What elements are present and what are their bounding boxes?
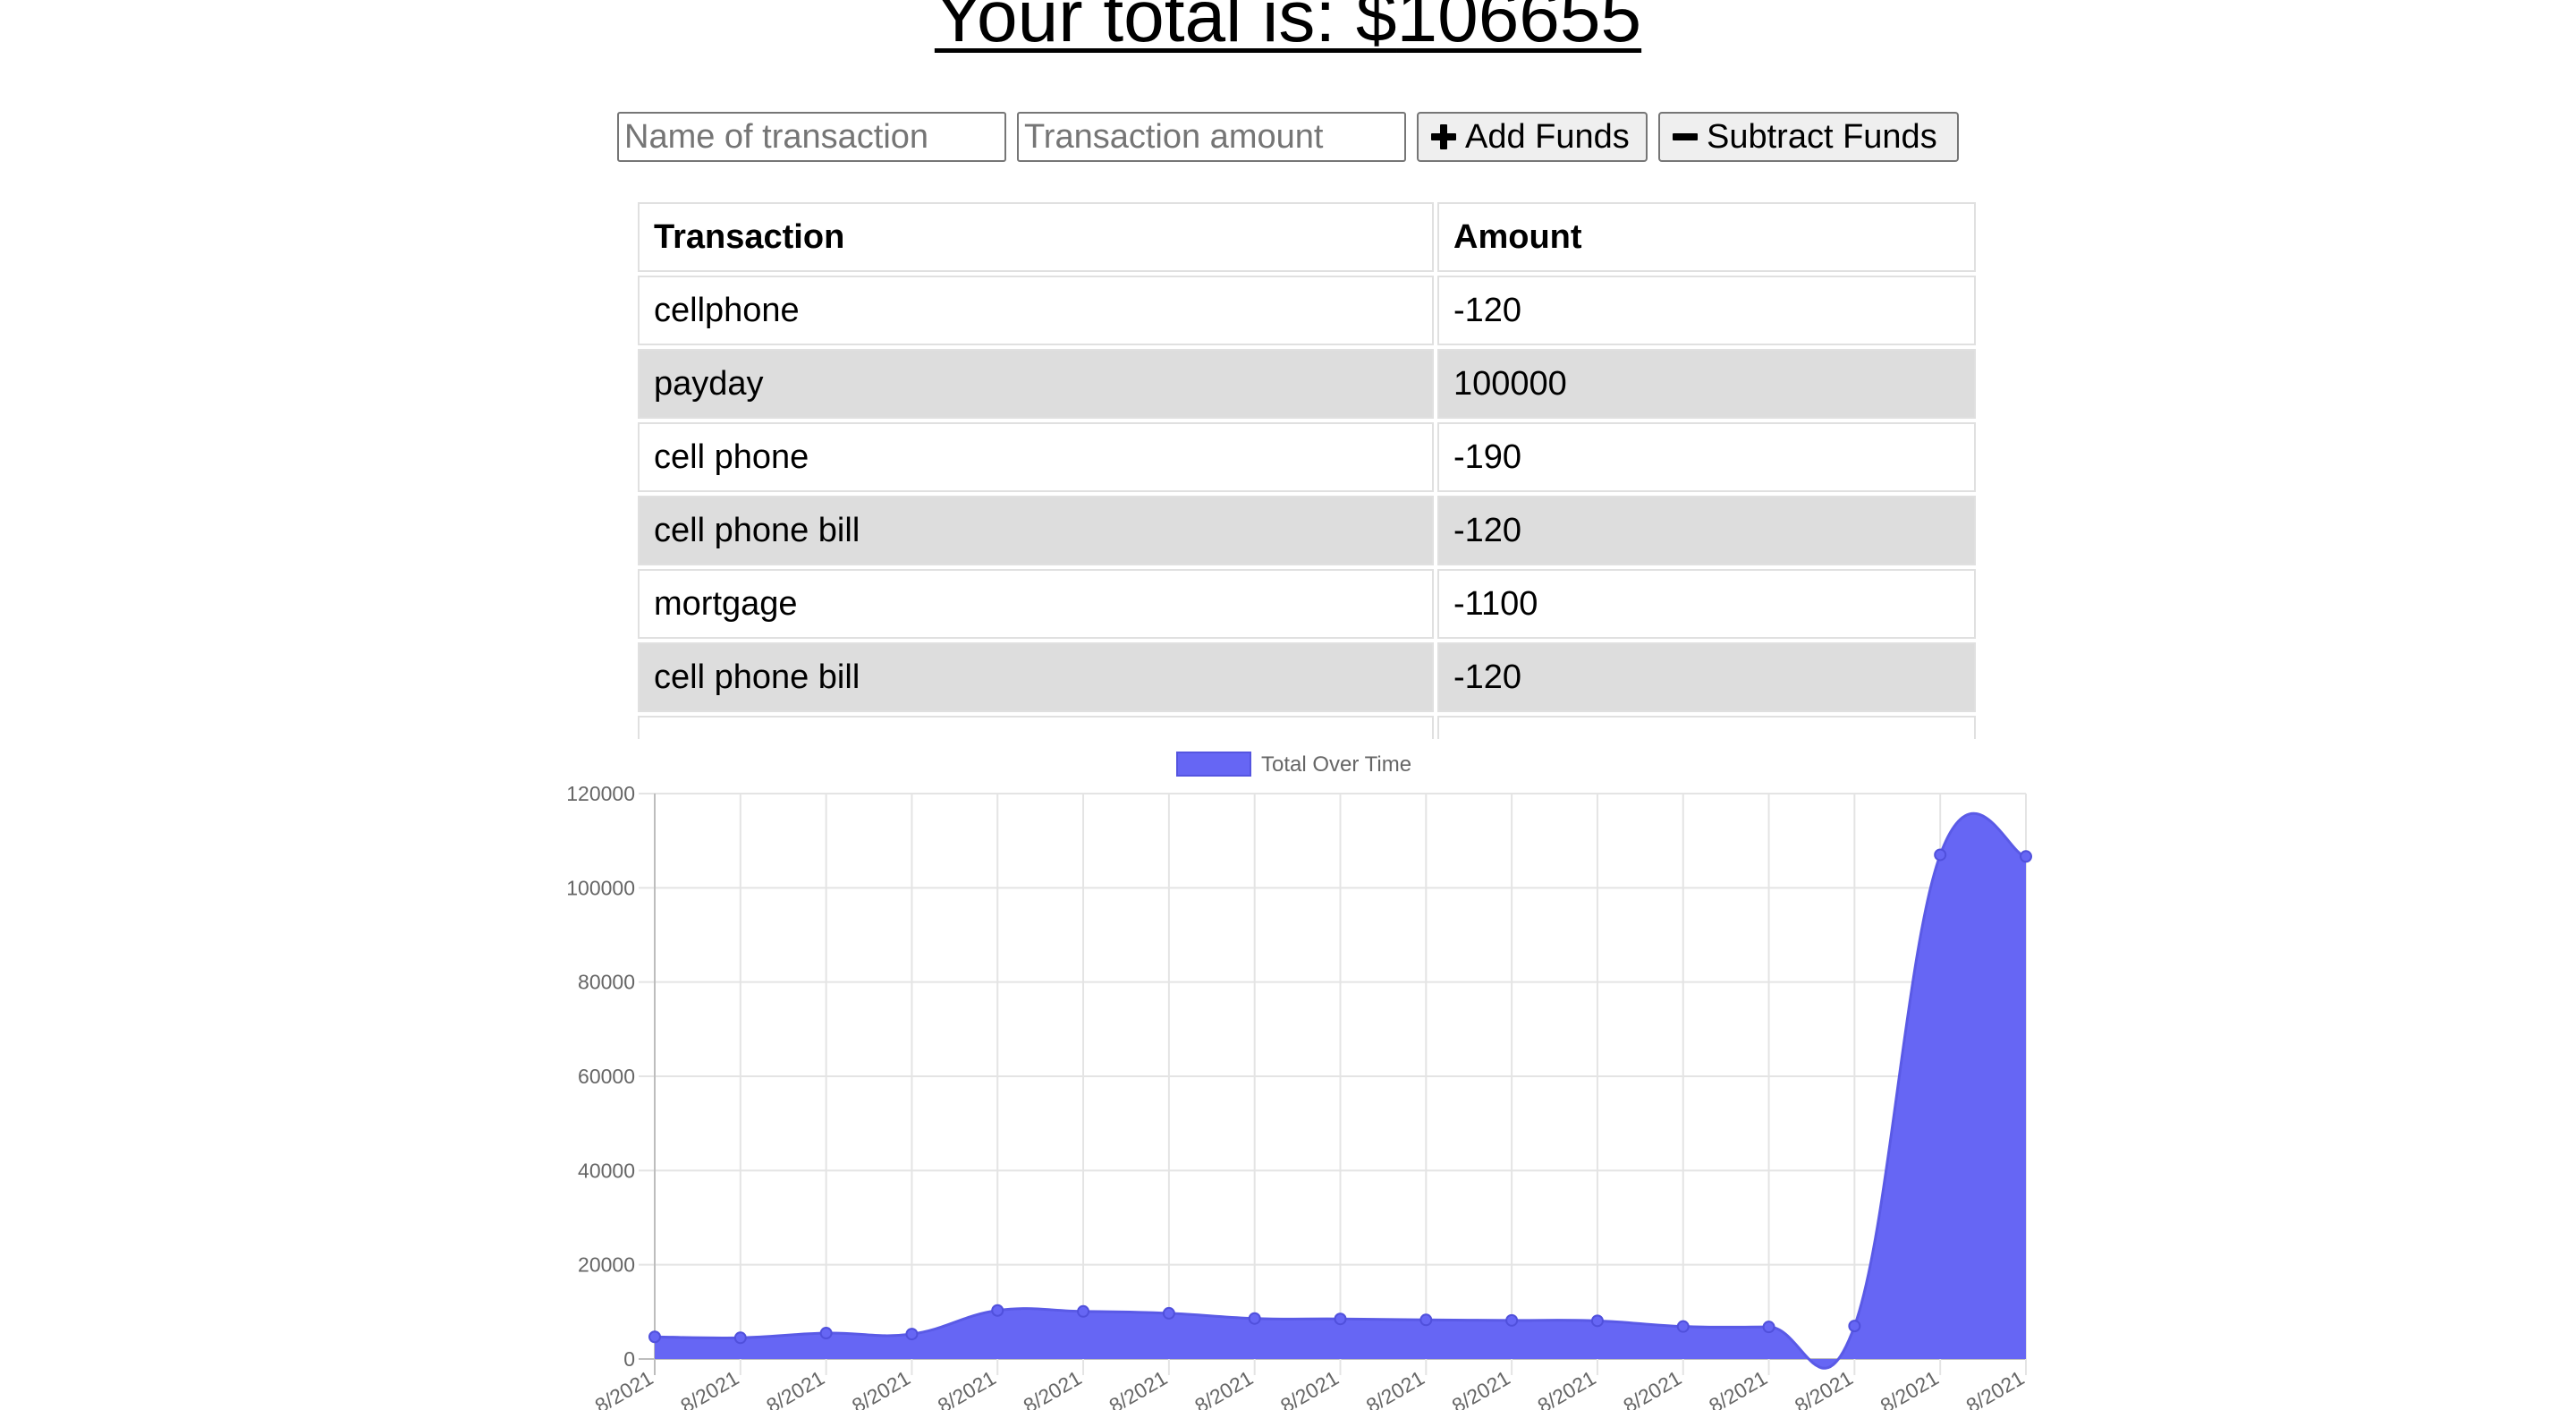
transaction-name-cell: mortgage [638,569,1434,639]
total-value: 106655 [1396,0,1642,57]
table-row: mortgage -1100 [638,569,1976,639]
x-tick-label: …8/2021 [1773,1366,1857,1410]
data-point [905,1328,919,1341]
x-tick-label: …8/2021 [658,1366,742,1410]
transaction-amount-cell: -120 [1437,642,1976,712]
y-tick-label: 80000 [578,971,635,994]
y-tick-label: 40000 [578,1159,635,1182]
transaction-amount-cell: -190 [1437,422,1976,492]
data-point [1505,1313,1519,1327]
x-tick-label: …8/2021 [744,1366,828,1410]
x-tick-label: …8/2021 [916,1366,1000,1410]
data-point [733,1331,747,1345]
total-heading: Your total is: $106655 [0,0,2576,84]
transaction-name-cell: payday [638,349,1434,419]
data-point [1334,1312,1347,1326]
legend-label-total-over-time: Total Over Time [1261,752,1411,777]
transaction-amount-cell: -120 [1437,276,1976,345]
table-row: cellphone -120 [638,276,1976,345]
data-point [1162,1306,1175,1320]
transactions-table-container[interactable]: Transaction Amount cellphone -120 payday… [634,199,1979,739]
table-row [638,716,1976,739]
plus-icon [1431,124,1456,149]
data-point [648,1330,661,1344]
x-tick-label: …8/2021 [1258,1366,1343,1410]
table-row: cell phone bill -120 [638,496,1976,565]
subtract-funds-label: Subtract Funds [1707,117,1937,156]
transaction-amount-input[interactable] [1017,112,1406,162]
transaction-amount-cell [1437,716,1976,739]
transaction-amount-cell: -1100 [1437,569,1976,639]
x-tick-label: …8/2021 [1344,1366,1428,1410]
subtract-funds-button[interactable]: Subtract Funds [1658,112,1959,162]
transaction-amount-cell: 100000 [1437,349,1976,419]
header-transaction: Transaction [638,202,1434,272]
x-tick-label: …8/2021 [830,1366,914,1410]
data-point [1848,1320,1861,1333]
data-point [1934,848,1947,862]
chart-legend: Total Over Time [1176,752,1411,777]
table-header-row: Transaction Amount [638,202,1976,272]
add-funds-label: Add Funds [1465,117,1630,156]
data-point [819,1327,833,1340]
table-row: payday 100000 [638,349,1976,419]
add-funds-button[interactable]: Add Funds [1417,112,1648,162]
x-tick-label: …8/2021 [1516,1366,1600,1410]
y-tick-label: 0 [623,1347,635,1371]
transaction-name-cell: cellphone [638,276,1434,345]
data-point [991,1304,1004,1317]
transaction-name-cell [638,716,1434,739]
transaction-form: Add Funds Subtract Funds [0,112,2576,162]
data-point [1248,1312,1261,1325]
transaction-amount-cell: -120 [1437,496,1976,565]
total-over-time-chart: 0 20000 40000 60000 80000 100000 120000 …8/202… [566,752,2032,1410]
x-axis-ticks: …8/2021 …8/2021 …8/2021 …8/2021 …8/2021 …8/20… [573,1366,2029,1410]
data-point [1676,1320,1690,1333]
header-amount: Amount [1437,202,1976,272]
y-tick-label: 120000 [566,782,635,805]
x-tick-label: …8/2021 [1945,1366,2029,1410]
transactions-table: Transaction Amount cellphone -120 payday… [634,199,1979,739]
y-tick-label: 100000 [566,876,635,899]
y-tick-label: 60000 [578,1065,635,1088]
data-point [1077,1304,1090,1318]
legend-swatch [1176,752,1251,777]
table-row: cell phone -190 [638,422,1976,492]
x-tick-label: …8/2021 [573,1366,657,1410]
x-tick-label: …8/2021 [1430,1366,1514,1410]
data-point [2020,850,2032,863]
table-row: cell phone bill -120 [638,642,1976,712]
transaction-name-cell: cell phone bill [638,642,1434,712]
x-tick-label: …8/2021 [1601,1366,1685,1410]
minus-icon [1673,124,1698,149]
x-tick-label: …8/2021 [1173,1366,1257,1410]
x-tick-label: …8/2021 [1002,1366,1086,1410]
total-label: Your total is: $ [934,0,1397,57]
y-axis-ticks: 0 20000 40000 60000 80000 100000 120000 [566,782,635,1371]
transaction-name-cell: cell phone [638,422,1434,492]
data-point [1590,1314,1604,1328]
transaction-name-cell: cell phone bill [638,496,1434,565]
data-point [1419,1313,1433,1327]
data-point [1762,1321,1775,1334]
x-tick-label: …8/2021 [1859,1366,1943,1410]
x-tick-label: …8/2021 [1687,1366,1771,1410]
x-tick-label: …8/2021 [1088,1366,1172,1410]
transaction-name-input[interactable] [617,112,1006,162]
y-tick-label: 20000 [578,1253,635,1277]
chart-grid [639,793,2027,1375]
